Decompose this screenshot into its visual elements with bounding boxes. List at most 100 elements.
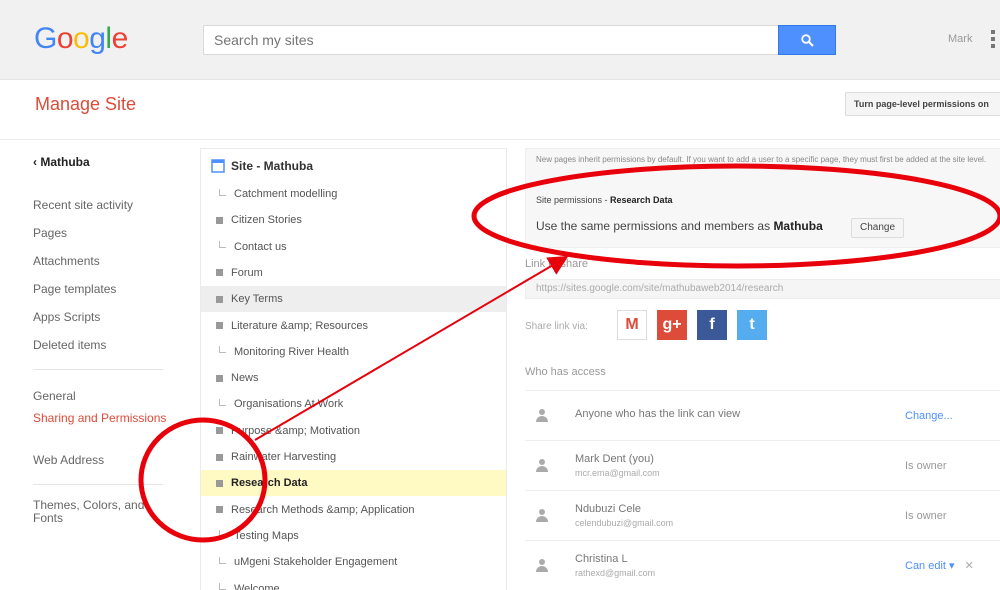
person-icon	[535, 558, 549, 573]
tree-item[interactable]: uMgeni Stakeholder Engagement	[201, 549, 506, 575]
expand-icon[interactable]	[216, 427, 223, 435]
share-icons: M g+ f t	[617, 310, 767, 340]
tree-item[interactable]: Testing Maps	[201, 523, 506, 549]
tree-item[interactable]: Literature &amp; Resources	[201, 313, 506, 339]
divider	[33, 369, 163, 370]
tree-root-label: Site - Mathuba	[231, 159, 314, 173]
twitter-icon[interactable]: t	[737, 310, 767, 340]
tree-item-label: Testing Maps	[234, 529, 299, 542]
search-input[interactable]	[204, 26, 779, 54]
tree-item[interactable]: Research Methods &amp; Application	[201, 497, 506, 523]
access-permission: Is owner	[905, 459, 947, 472]
expand-icon[interactable]	[216, 506, 223, 514]
more-vert-icon[interactable]	[991, 30, 995, 48]
who-has-access-label: Who has access	[525, 366, 606, 378]
google-logo[interactable]: Google	[34, 22, 128, 56]
tree-item-label: Research Data	[231, 477, 308, 490]
logo-letter: g	[89, 22, 106, 55]
expand-icon[interactable]	[216, 453, 223, 461]
tree-branch-icon	[219, 188, 226, 196]
tree-item[interactable]: Contact us	[201, 234, 506, 260]
nav-item-web-address[interactable]: Web Address	[33, 446, 173, 474]
tree-item-label: uMgeni Stakeholder Engagement	[234, 556, 398, 569]
tree-item[interactable]: Welcome	[201, 576, 506, 590]
access-row: Mark Dent (you) mcr.ema@gmail.com Is owner	[525, 440, 1000, 490]
site-permissions-prefix: Site permissions -	[536, 195, 611, 205]
nav-item-deleted-items[interactable]: Deleted items	[33, 331, 173, 359]
nav-item-attachments[interactable]: Attachments	[33, 247, 173, 275]
gmail-icon[interactable]: M	[617, 310, 647, 340]
access-permission[interactable]: Can edit ▾	[905, 559, 955, 572]
tree-item[interactable]: Research Data	[201, 470, 506, 497]
expand-icon[interactable]	[216, 322, 223, 329]
tree-item-label: Organisations At Work	[234, 398, 344, 411]
sharing-panel: New pages inherit permissions by default…	[520, 148, 1000, 590]
tree-item[interactable]: Purpose &amp; Motivation	[201, 418, 506, 444]
expand-icon[interactable]	[216, 269, 223, 277]
access-name: Anyone who has the link can view	[575, 408, 741, 420]
access-entry: Anyone who has the link can view	[575, 408, 905, 423]
nav-item-pages[interactable]: Pages	[33, 219, 173, 247]
tree-item-label: Citizen Stories	[231, 214, 302, 227]
person-icon	[535, 508, 549, 523]
page-level-permissions-button[interactable]: Turn page-level permissions on	[845, 92, 1000, 116]
search-box[interactable]	[203, 25, 780, 55]
nav-item-page-templates[interactable]: Page templates	[33, 275, 173, 303]
logo-letter: o	[56, 22, 74, 55]
nav-item-recent-site-activity[interactable]: Recent site activity	[33, 191, 173, 219]
nav-item-general[interactable]: General	[33, 382, 173, 410]
access-name: Christina L	[575, 553, 628, 565]
nav-item-themes-colors-and-fonts[interactable]: Themes, Colors, and Fonts	[33, 497, 173, 537]
google-plus-icon[interactable]: g+	[657, 310, 687, 340]
share-via-label: Share link via:	[525, 321, 588, 332]
tree-item-label: Rainwater Harvesting	[231, 451, 337, 463]
access-email: rathexd@gmail.com	[575, 568, 656, 578]
expand-icon[interactable]	[216, 295, 223, 303]
tree-item[interactable]: Catchment modelling	[201, 181, 506, 207]
expand-icon[interactable]	[216, 216, 223, 224]
tree-item-label: Forum	[231, 266, 263, 279]
nav-item-apps-scripts[interactable]: Apps Scripts	[33, 303, 173, 331]
page-tree: Site - Mathuba Catchment modelling Citize…	[200, 148, 507, 590]
access-entry: Christina L rathexd@gmail.com	[575, 553, 905, 578]
access-email: celendubuzi@gmail.com	[575, 518, 674, 528]
tree-item-label: Purpose &amp; Motivation	[231, 424, 361, 437]
back-to-site-link[interactable]: ‹ Mathuba	[33, 155, 173, 169]
tree-branch-icon	[219, 398, 226, 406]
access-name: Ndubuzi Cele	[575, 503, 642, 515]
tree-item-label: Welcome	[234, 582, 280, 590]
tree-branch-icon	[219, 346, 226, 354]
share-link-field[interactable]: https://sites.google.com/site/mathubaweb…	[525, 279, 1000, 299]
tree-item[interactable]: Rainwater Harvesting	[201, 444, 506, 470]
tree-item[interactable]: Forum	[201, 260, 506, 286]
access-permission[interactable]: Change...	[905, 410, 953, 422]
manage-site-header: Manage Site Turn page-level permissions …	[0, 80, 1000, 140]
site-permissions-page: Research Data	[610, 195, 673, 205]
site-icon	[211, 159, 225, 173]
tree-root[interactable]: Site - Mathuba	[211, 159, 313, 173]
access-row: Anyone who has the link can view Change..…	[525, 390, 1000, 440]
expand-icon[interactable]	[216, 374, 223, 382]
nav-item-sharing-and-permissions[interactable]: Sharing and Permissions	[33, 410, 173, 446]
remove-icon[interactable]: ✕	[965, 559, 974, 572]
search-button[interactable]	[778, 25, 836, 55]
tree-item[interactable]: News	[201, 365, 506, 391]
person-icon	[535, 408, 549, 423]
tree-item[interactable]: Monitoring River Health	[201, 339, 506, 365]
change-inheritance-button[interactable]: Change	[851, 218, 905, 238]
tree-item-label: Key Terms	[231, 293, 283, 306]
tree-item[interactable]: Citizen Stories	[201, 207, 506, 233]
access-email: mcr.ema@gmail.com	[575, 468, 660, 478]
user-name[interactable]: Mark	[948, 33, 972, 45]
tree-item[interactable]: Organisations At Work	[201, 391, 506, 417]
tree-item-label: Research Methods &amp; Application	[231, 503, 415, 516]
link-to-share-label: Link to share	[525, 258, 588, 270]
logo-letter: G	[34, 22, 57, 55]
access-entry: Ndubuzi Cele celendubuzi@gmail.com	[575, 503, 905, 528]
tree-item-label: Monitoring River Health	[234, 345, 349, 358]
facebook-icon[interactable]: f	[697, 310, 727, 340]
tree-item[interactable]: Key Terms	[201, 286, 506, 313]
tree-branch-icon	[219, 530, 226, 538]
expand-icon[interactable]	[216, 479, 223, 487]
access-name: Mark Dent (you)	[575, 453, 654, 465]
